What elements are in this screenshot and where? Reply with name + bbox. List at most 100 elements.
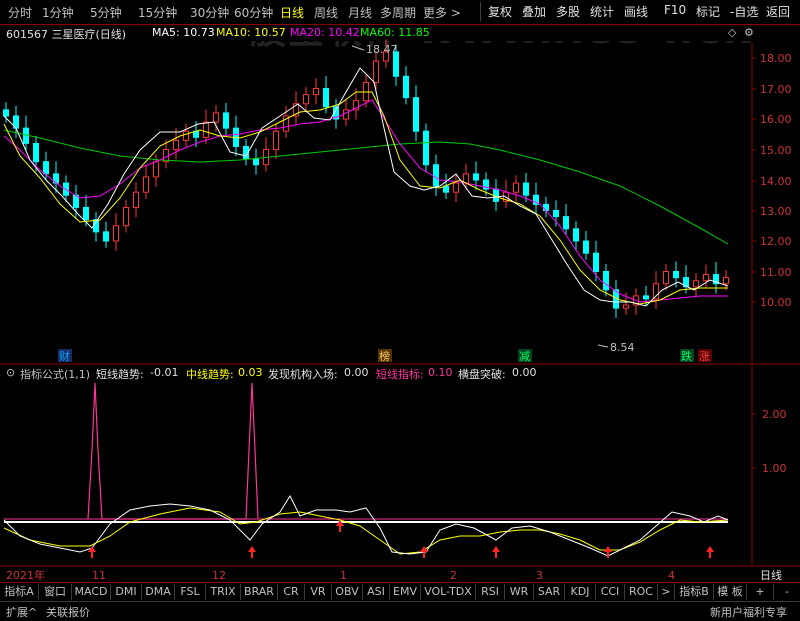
tab-indicator-a[interactable]: 指标A xyxy=(0,584,39,600)
indicator-tick: 1.00 xyxy=(752,462,787,475)
price-tick-label: 16.00 xyxy=(760,113,792,126)
candlestick xyxy=(543,196,549,218)
price-tick: 14.00 xyxy=(752,175,792,188)
price-tick: 17.00 xyxy=(752,83,792,96)
candlestick xyxy=(203,109,209,145)
price-tick-label: 10.00 xyxy=(760,296,792,309)
date-label: 3 xyxy=(536,569,543,582)
short-trend-line xyxy=(3,494,729,557)
reduce-marker[interactable]: 减 xyxy=(518,349,532,363)
candlestick xyxy=(233,115,239,157)
tab-kdj[interactable]: KDJ xyxy=(565,584,596,600)
candle-body xyxy=(213,112,219,123)
price-tick-label: 12.00 xyxy=(760,235,792,248)
candlestick-series[interactable] xyxy=(3,39,729,318)
related-quotes-button[interactable]: 关联报价 xyxy=(46,604,90,620)
candlestick xyxy=(583,230,589,260)
candlestick xyxy=(693,273,699,297)
candle-body xyxy=(543,203,549,211)
candlestick xyxy=(183,123,189,148)
candlestick xyxy=(503,179,509,209)
tab-indicator-b[interactable]: 指标B xyxy=(675,584,714,600)
candle-body xyxy=(453,182,459,193)
tab-asi[interactable]: ASI xyxy=(363,584,390,600)
limit-down-marker[interactable]: 跌 xyxy=(680,349,694,363)
price-tick-label: 15.00 xyxy=(760,144,792,157)
price-tick: 12.00 xyxy=(752,235,792,248)
tab-cr[interactable]: CR xyxy=(278,584,305,600)
candlestick xyxy=(143,164,149,199)
candle-body xyxy=(573,228,579,242)
price-axis: 18.00 17.00 16.00 15.00 14.00 13.00 12.0… xyxy=(752,52,792,309)
price-tick: 11.00 xyxy=(752,266,792,279)
tab-emv[interactable]: EMV xyxy=(390,584,421,600)
candlestick xyxy=(23,115,29,151)
limit-up-marker[interactable]: 涨 xyxy=(698,349,712,363)
price-tick: 18.00 xyxy=(752,52,792,65)
candle-body xyxy=(183,130,189,141)
tab-remove-button[interactable]: - xyxy=(774,584,800,600)
tab-sar[interactable]: SAR xyxy=(534,584,565,600)
candle-body xyxy=(153,161,159,178)
low-price-annotation: 8.54 xyxy=(597,341,635,354)
tab-more-arrow[interactable]: > xyxy=(658,584,675,600)
candlestick xyxy=(253,148,259,175)
ma20-line xyxy=(3,99,728,303)
candle-body xyxy=(123,206,129,227)
tab-dmi[interactable]: DMI xyxy=(111,584,142,600)
price-tick: 15.00 xyxy=(752,144,792,157)
date-label: 12 xyxy=(212,569,226,582)
tab-rsi[interactable]: RSI xyxy=(476,584,505,600)
date-label: 1 xyxy=(340,569,347,582)
up-arrow-icon xyxy=(604,546,612,558)
candle-body xyxy=(403,75,409,99)
candle-body xyxy=(583,240,589,254)
tab-obv[interactable]: OBV xyxy=(332,584,363,600)
tab-template[interactable]: 模 板 xyxy=(714,584,747,600)
tab-vr[interactable]: VR xyxy=(305,584,332,600)
finance-marker[interactable]: 财 xyxy=(58,349,72,363)
ranking-marker[interactable]: 榜 xyxy=(378,349,392,363)
candlestick xyxy=(103,221,109,248)
candlestick xyxy=(93,212,99,242)
tab-wr[interactable]: WR xyxy=(505,584,534,600)
candlestick xyxy=(123,199,129,233)
tab-macd[interactable]: MACD xyxy=(72,584,111,600)
tab-cci[interactable]: CCI xyxy=(596,584,625,600)
tab-fsl[interactable]: FSL xyxy=(175,584,206,600)
tab-add-button[interactable]: + xyxy=(747,584,774,600)
kline-chart-canvas[interactable]: 18.00 17.00 16.00 15.00 14.00 13.00 12.0… xyxy=(0,0,800,620)
candlestick xyxy=(413,85,419,141)
date-label: 2021年 xyxy=(6,568,45,582)
candle-body xyxy=(423,130,429,166)
new-user-benefits-link[interactable]: 新用户福利专享 xyxy=(710,604,787,620)
price-tick: 16.00 xyxy=(752,113,792,126)
short-indicator-spike-line xyxy=(87,382,259,520)
candle-body xyxy=(113,225,119,242)
candle-body xyxy=(303,94,309,105)
svg-text:榜: 榜 xyxy=(379,349,390,363)
candle-body xyxy=(523,182,529,196)
bottom-status-bar: 扩展^ 关联报价 新用户福利专享 xyxy=(0,601,800,621)
tab-brar[interactable]: BRAR xyxy=(241,584,278,600)
tab-trix[interactable]: TRIX xyxy=(206,584,241,600)
candle-body xyxy=(443,185,449,193)
tab-window[interactable]: 窗口 xyxy=(39,584,72,600)
candle-body xyxy=(3,109,9,117)
tab-dma[interactable]: DMA xyxy=(142,584,175,600)
expand-button[interactable]: 扩展^ xyxy=(6,604,37,620)
candlestick xyxy=(373,50,379,93)
buy-signal-arrows xyxy=(88,520,714,558)
indicator-tick-label: 1.00 xyxy=(762,462,787,475)
svg-text:涨: 涨 xyxy=(699,350,710,363)
candle-body xyxy=(693,280,699,288)
candle-body xyxy=(703,274,709,282)
candle-body xyxy=(603,271,609,291)
price-tick-label: 17.00 xyxy=(760,83,792,96)
date-axis: 2021年 11 12 1 2 3 4 日线 xyxy=(6,568,782,582)
candlestick xyxy=(263,136,269,172)
tab-vol-tdx[interactable]: VOL-TDX xyxy=(421,584,476,600)
tab-roc[interactable]: ROC xyxy=(625,584,658,600)
candle-body xyxy=(223,112,229,129)
candlestick xyxy=(133,182,139,218)
